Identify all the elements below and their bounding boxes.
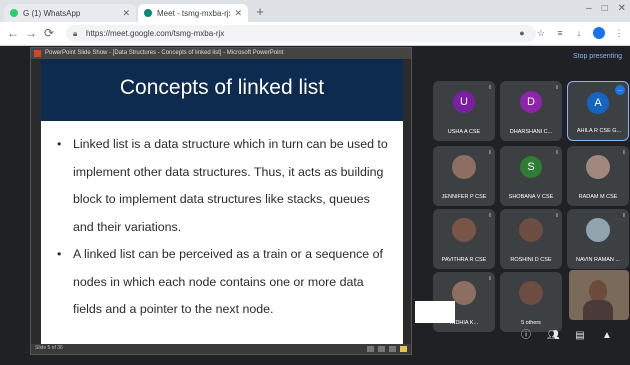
powerpoint-icon [34,50,41,57]
slide: Concepts of linked list Linked list is a… [41,59,403,346]
participant-tile[interactable]: A … AHILA R CSE G... [567,81,629,141]
more-options-icon[interactable]: … [615,85,625,95]
browser-toolbar: ← → ⟳ 🔒︎ https://meet.google.com/tsmg-mx… [0,22,630,46]
avatar [452,218,476,242]
back-icon[interactable]: ← [6,26,20,40]
participant-name: AHILA R CSE G... [576,128,622,134]
participant-tile[interactable]: D ı DHARSHANI C... [500,81,562,141]
minimize-button[interactable]: – [586,3,592,14]
participant-tile[interactable]: ı RADAM M CSE [567,146,629,206]
mic-off-icon: ı [556,84,558,91]
avatar [586,218,610,242]
reload-icon[interactable]: ⟳ [42,26,56,40]
slide-bullet: Linked list is a data structure which in… [57,131,393,241]
face [589,280,607,302]
slide-bullet: A linked list can be perceived as a trai… [57,241,393,324]
stop-presenting-button[interactable]: Stop presenting [573,53,622,60]
overlay-box [415,301,455,323]
participant-tile[interactable]: ı NAVIN RAMAN ... [567,209,629,269]
slide-header: Concepts of linked list [41,59,403,121]
mic-off-icon: ı [623,149,625,156]
screen: G (1) WhatsApp ✕ Meet - tsmg-mxba-rjx ✕ … [0,0,630,365]
avatar [519,218,543,242]
sorter-view-icon[interactable] [378,346,385,352]
mic-off-icon: ı [556,149,558,156]
url-text: https://meet.google.com/tsmg-mxba-rjx [86,29,225,38]
captions-icon[interactable]: ⓘ [520,330,532,342]
window-title: PowerPoint Slide Show - [Data Structures… [45,50,284,56]
presentation-status-bar: Slide 5 of 36 [31,344,411,354]
presentation-window: PowerPoint Slide Show - [Data Structures… [30,47,412,355]
view-buttons [367,346,407,352]
tab-meet[interactable]: Meet - tsmg-mxba-rjx ✕ [138,4,248,22]
avatar [452,155,476,179]
mic-off-icon: ı [623,212,625,219]
close-window-button[interactable]: ✕ [618,3,626,14]
participant-name: 5 others [521,320,541,326]
mic-off-icon: ı [489,149,491,156]
avatar: A [587,92,609,114]
participant-name: JENNIFER P CSE [441,194,487,200]
tab-label: G (1) WhatsApp [23,8,81,18]
tab-label: Meet - tsmg-mxba-rjx [157,8,231,18]
participant-name: RADAM M CSE [578,194,618,200]
meet-icon [144,9,152,17]
avatar [452,281,476,305]
extensions-icon[interactable]: ≡ [555,28,565,38]
participant-name: SHOBANA V CSE [508,194,554,200]
toolbar-icons: ● ☆ ≡ ↓ ⋮ [517,27,624,39]
participant-tile[interactable]: U ı USHA A CSE [433,81,495,141]
mic-off-icon: ı [489,84,491,91]
participant-name: NAVIN RAMAN ... [576,257,620,263]
whatsapp-icon [10,9,18,17]
window-controls: – □ ✕ [586,3,626,14]
presentation-title-bar: PowerPoint Slide Show - [Data Structures… [31,48,411,59]
camera-icon[interactable]: ● [517,28,527,38]
mic-off-icon: ı [556,212,558,219]
participant-name: ROSHINI D CSE [510,257,552,263]
participant-name: DHARSHANI C... [509,129,553,135]
close-tab-icon[interactable]: ✕ [234,8,242,19]
slide-bullets: Linked list is a data structure which in… [57,131,393,324]
address-bar[interactable]: 🔒︎ https://meet.google.com/tsmg-mxba-rjx [66,25,536,42]
mic-off-icon: ı [489,275,491,282]
chat-icon[interactable]: ▤ [574,330,586,342]
reading-view-icon[interactable] [389,346,396,352]
slide-counter: Slide 5 of 36 [35,345,63,351]
participant-tile[interactable]: 5 others [500,272,562,332]
star-icon[interactable]: ☆ [536,28,546,38]
maximize-button[interactable]: □ [602,3,608,14]
avatar: D [520,91,542,113]
people-icon[interactable]: 👥︎ [547,330,560,342]
avatar [586,155,610,179]
lock-icon: 🔒︎ [73,29,78,38]
download-icon[interactable]: ↓ [574,28,584,38]
activities-icon[interactable]: ▲ [601,330,613,342]
participant-tile[interactable]: S ı SHOBANA V CSE [500,146,562,206]
browser-tab-strip: G (1) WhatsApp ✕ Meet - tsmg-mxba-rjx ✕ … [0,0,630,22]
avatar: S [520,156,542,178]
forward-icon[interactable]: → [24,26,38,40]
normal-view-icon[interactable] [367,346,374,352]
meet-controls: ⓘ 👥︎ ▤ ▲ ◉ [520,330,630,342]
avatar [519,281,543,305]
body [583,300,613,320]
self-video[interactable] [569,270,629,320]
participant-tile[interactable]: ı PAVITHRA R CSE [433,209,495,269]
slideshow-view-icon[interactable] [400,346,407,352]
slide-title: Concepts of linked list [119,76,325,99]
participant-tile[interactable]: ı JENNIFER P CSE [433,146,495,206]
close-tab-icon[interactable]: ✕ [122,8,130,19]
new-tab-button[interactable]: + [252,5,268,19]
menu-icon[interactable]: ⋮ [614,28,624,38]
participant-tile[interactable]: ı ROSHINI D CSE [500,209,562,269]
mic-off-icon: ı [489,212,491,219]
participant-name: USHA A CSE [447,129,481,135]
participant-name: PAVITHRA R CSE [441,257,487,263]
tab-whatsapp[interactable]: G (1) WhatsApp ✕ [4,4,136,22]
profile-avatar[interactable] [593,27,605,39]
avatar: U [453,91,475,113]
